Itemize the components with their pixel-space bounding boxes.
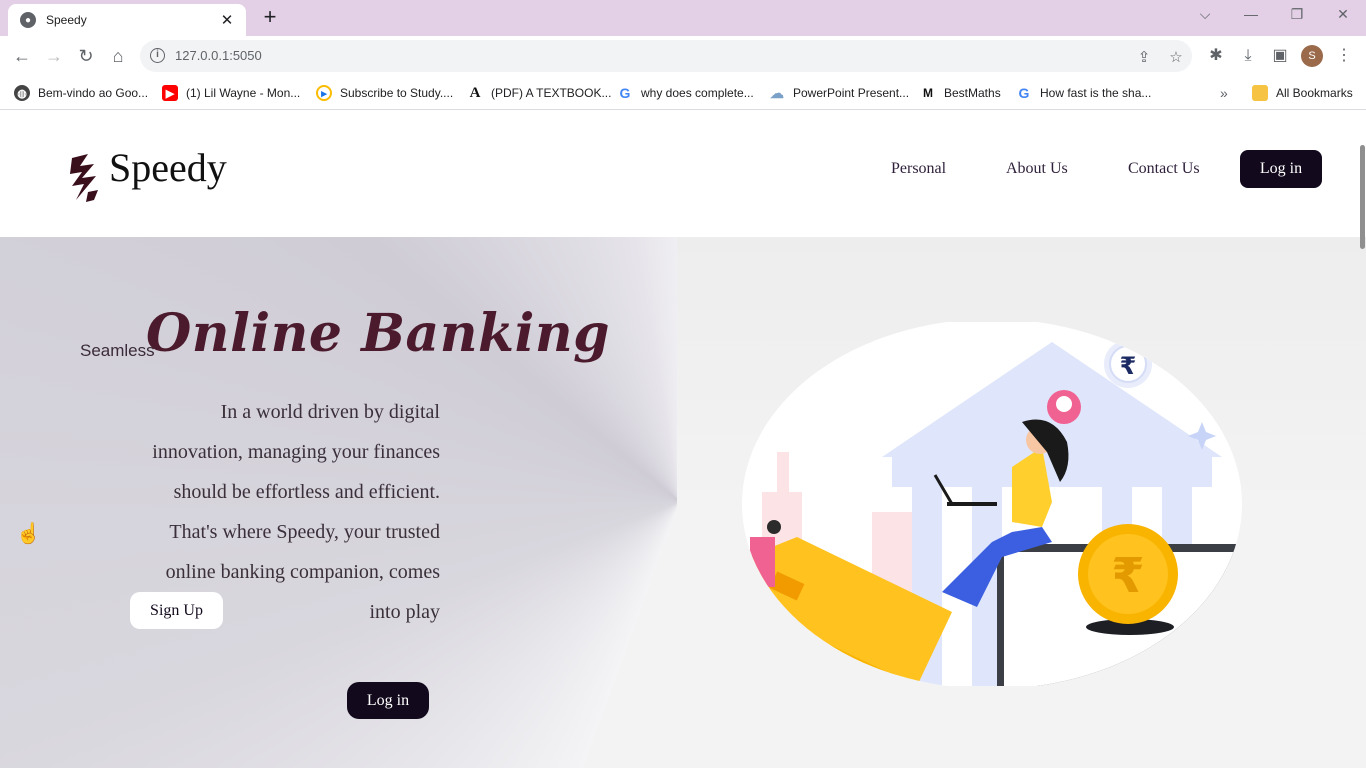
paragraph-line: That's where Speedy, your trusted: [169, 521, 440, 543]
globe-icon: ◍: [14, 85, 30, 101]
close-window-button[interactable]: ✕: [1331, 6, 1355, 23]
bookmark-item[interactable]: ▸ Subscribe to Study....: [316, 83, 453, 103]
back-button[interactable]: ←: [10, 44, 34, 68]
hero-title: Online Banking: [146, 303, 611, 364]
paragraph-line: online banking companion, comes: [165, 561, 440, 583]
new-tab-button[interactable]: +: [258, 6, 282, 30]
page-scrollbar-thumb[interactable]: [1360, 145, 1365, 249]
bookmark-item[interactable]: ▶ (1) Lil Wayne - Mon...: [162, 83, 300, 103]
bookmark-label: BestMaths: [944, 86, 1001, 100]
rupee-coin-symbol: ₹: [1111, 548, 1144, 604]
reload-button[interactable]: ↻: [74, 44, 98, 68]
bookmark-item[interactable]: ◍ Bem-vindo ao Goo...: [14, 83, 148, 103]
more-bookmarks-chevron-icon[interactable]: »: [1220, 83, 1228, 103]
bookmark-label: How fast is the sha...: [1040, 86, 1152, 100]
folder-icon: [1252, 85, 1268, 101]
bookmark-item[interactable]: A (PDF) A TEXTBOOK...: [467, 83, 612, 103]
hero-kicker: Seamless: [80, 341, 155, 360]
url-text: 127.0.0.1:5050: [175, 48, 262, 63]
bookmark-label: Bem-vindo ao Goo...: [38, 86, 149, 100]
tab-title: Speedy: [46, 13, 87, 27]
close-tab-icon[interactable]: ✕: [218, 11, 236, 29]
bookmark-label: PowerPoint Present...: [793, 86, 910, 100]
browser-tab-speedy[interactable]: ● Speedy ✕: [8, 4, 246, 36]
sign-up-button[interactable]: Sign Up: [130, 592, 223, 629]
home-button[interactable]: ⌂: [106, 44, 130, 68]
restore-button[interactable]: ❐: [1285, 6, 1309, 23]
lightning-logo-icon[interactable]: [66, 152, 104, 204]
forward-button[interactable]: →: [42, 44, 66, 68]
hero-login-button[interactable]: Log in: [347, 682, 429, 719]
nav-personal[interactable]: Personal: [891, 160, 946, 178]
youtube-icon: ▶: [162, 85, 178, 101]
header-login-button[interactable]: Log in: [1240, 150, 1322, 188]
profile-avatar[interactable]: S: [1301, 45, 1323, 67]
bookmark-label: why does complete...: [641, 86, 754, 100]
share-icon[interactable]: ⇪: [1134, 48, 1154, 66]
bookmark-label: (1) Lil Wayne - Mon...: [186, 86, 301, 100]
address-bar[interactable]: i 127.0.0.1:5050 ⇪ ☆: [140, 40, 1192, 72]
online-banking-illustration: ₹ ₹: [742, 322, 1242, 686]
google-icon: G: [1018, 85, 1030, 101]
download-icon[interactable]: ⤓: [1236, 44, 1260, 68]
hero-section: Seamless Online Banking In a world drive…: [0, 237, 1366, 768]
site-header: Speedy Personal About Us Contact Us Log …: [0, 110, 1366, 237]
nav-contact-us[interactable]: Contact Us: [1128, 160, 1200, 178]
side-panel-icon[interactable]: ▣: [1268, 44, 1292, 68]
paragraph-line: should be effortless and efficient.: [173, 481, 440, 503]
site-info-icon[interactable]: i: [150, 48, 165, 63]
play-circle-icon: ▸: [316, 85, 332, 101]
extensions-icon[interactable]: ✱: [1204, 44, 1228, 68]
bookmark-label: Subscribe to Study....: [340, 86, 454, 100]
menu-kebab-icon[interactable]: ⋮: [1332, 44, 1356, 68]
bookmarks-bar: ◍ Bem-vindo ao Goo... ▶ (1) Lil Wayne - …: [0, 76, 1366, 110]
bookmark-label: (PDF) A TEXTBOOK...: [491, 86, 612, 100]
nav-about-us[interactable]: About Us: [1006, 160, 1068, 178]
bookmark-item[interactable]: G why does complete...: [617, 83, 754, 103]
brand-name[interactable]: Speedy: [109, 144, 227, 191]
mouse-cursor-icon: ☝: [16, 523, 41, 545]
bookmark-item[interactable]: ☁ PowerPoint Present...: [769, 83, 909, 103]
academia-icon: A: [469, 84, 481, 101]
paragraph-line: In a world driven by digital: [220, 401, 440, 423]
chevron-down-icon[interactable]: ⌵: [1193, 6, 1217, 23]
paragraph-line: innovation, managing your finances: [152, 441, 440, 463]
all-bookmarks-label: All Bookmarks: [1276, 86, 1353, 100]
minimize-button[interactable]: —: [1239, 6, 1263, 22]
rupee-bubble-symbol: ₹: [1120, 352, 1137, 380]
bestmaths-icon: M: [923, 86, 933, 100]
bookmark-item[interactable]: G How fast is the sha...: [1016, 83, 1152, 103]
browser-tab-bar: ● Speedy ✕ + ⌵ — ❐ ✕: [0, 0, 1366, 36]
cloud-icon: ☁: [770, 84, 784, 101]
bookmark-item[interactable]: M BestMaths: [920, 83, 1001, 103]
google-icon: G: [619, 85, 631, 101]
bookmark-star-icon[interactable]: ☆: [1166, 48, 1186, 66]
all-bookmarks-button[interactable]: All Bookmarks: [1252, 83, 1353, 103]
globe-icon: ●: [20, 12, 36, 28]
browser-toolbar: ← → ↻ ⌂ i 127.0.0.1:5050 ⇪ ☆ ✱ ⤓ ▣ ⋮: [0, 36, 1366, 76]
